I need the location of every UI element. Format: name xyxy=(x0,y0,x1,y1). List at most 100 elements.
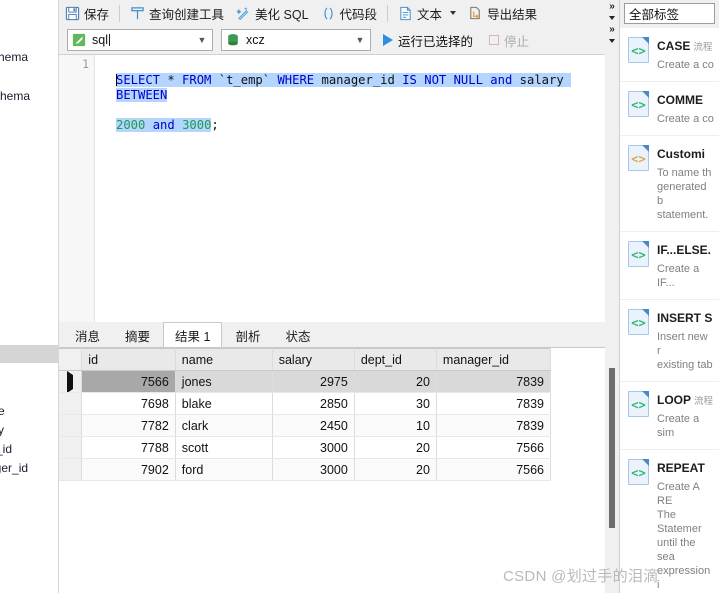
table-row[interactable]: 7782 clark 2450 10 7839 xyxy=(59,414,552,437)
cell-name[interactable]: scott xyxy=(175,436,273,459)
code-snippet-label: 代码段 xyxy=(339,7,378,22)
code-doc-green-icon: <> xyxy=(628,309,650,335)
cell-salary[interactable]: 3000 xyxy=(272,436,355,459)
cell-manager-id[interactable]: 7839 xyxy=(436,414,552,437)
beautify-sql-button[interactable]: 美化 SQL xyxy=(230,1,315,25)
editor-vertical-scrollbar[interactable]: » » xyxy=(605,0,619,593)
sql-text-editor[interactable]: 1 SELECT * FROM `t_emp` WHERE manager_id… xyxy=(59,54,619,323)
table-row[interactable]: 7902 ford 3000 20 7566 xyxy=(59,458,552,481)
tab-result-1[interactable]: 结果 1 xyxy=(163,322,223,347)
sql-templates-panel: 全部标签 <> CASE 流程 Create a co <> COMME Crea… xyxy=(619,0,719,593)
save-icon xyxy=(65,6,80,21)
row-selector-header xyxy=(59,348,83,371)
tab-status[interactable]: 状态 xyxy=(273,323,322,347)
row-marker-cell[interactable] xyxy=(59,392,83,415)
editor-context-row: sql ▼ xcz ▼ 运行已选择的 停止 xyxy=(59,26,619,54)
cell-manager-id[interactable]: 7566 xyxy=(436,436,552,459)
cell-salary[interactable]: 2850 xyxy=(272,392,355,415)
cell-dept-id[interactable]: 20 xyxy=(354,436,437,459)
left-col-label-0: e xyxy=(0,404,5,418)
query-builder-button[interactable]: 查询创建工具 xyxy=(124,1,230,25)
row-marker-cell[interactable] xyxy=(59,370,83,393)
code-doc-green-icon: <> xyxy=(628,391,650,417)
beautify-sql-label: 美化 SQL xyxy=(255,7,309,22)
cell-id[interactable]: 7566 xyxy=(81,370,176,393)
cell-salary[interactable]: 3000 xyxy=(272,458,355,481)
cell-dept-id[interactable]: 20 xyxy=(354,370,437,393)
row-marker-cell[interactable] xyxy=(59,436,83,459)
cell-name[interactable]: blake xyxy=(175,392,273,415)
cell-manager-id[interactable]: 7839 xyxy=(436,370,552,393)
left-navigator-strip[interactable]: hema chema e y _id ager_id xyxy=(0,0,59,593)
cell-manager-id[interactable]: 7566 xyxy=(436,458,552,481)
toolbar-divider-1 xyxy=(119,4,121,22)
cell-name[interactable]: ford xyxy=(175,458,273,481)
stop-button[interactable]: 停止 xyxy=(485,29,533,51)
cell-dept-id[interactable]: 30 xyxy=(354,392,437,415)
snippet-title: COMME xyxy=(657,93,703,107)
scroll-chevrons[interactable]: » » xyxy=(605,0,619,60)
cell-id[interactable]: 7902 xyxy=(81,458,176,481)
chevron-double-right-icon: » xyxy=(609,1,615,12)
sql-file-combo[interactable]: sql ▼ xyxy=(67,29,213,51)
cell-manager-id[interactable]: 7839 xyxy=(436,392,552,415)
list-item[interactable]: <> LOOP 流程 Create a sim xyxy=(620,382,719,450)
column-header-name[interactable]: name xyxy=(175,348,273,371)
cell-name[interactable]: jones xyxy=(175,370,273,393)
tab-messages[interactable]: 消息 xyxy=(63,323,112,347)
cell-id[interactable]: 7782 xyxy=(81,414,176,437)
text-format-button[interactable]: 文本 xyxy=(392,1,462,25)
tab-profile[interactable]: 剖析 xyxy=(223,323,272,347)
column-header-dept-id[interactable]: dept_id xyxy=(354,348,437,371)
cell-id[interactable]: 7788 xyxy=(81,436,176,459)
scrollbar-thumb[interactable] xyxy=(609,368,615,528)
play-icon xyxy=(383,34,393,46)
chevron-down-icon[interactable] xyxy=(450,11,457,15)
stop-label: 停止 xyxy=(504,34,530,49)
chevron-down-icon[interactable]: ▼ xyxy=(194,35,210,45)
run-selected-button[interactable]: 运行已选择的 xyxy=(379,29,477,51)
snippet-description: Create A RE The Statemer until the sea e… xyxy=(657,481,711,591)
row-marker-cell[interactable] xyxy=(59,458,83,481)
list-item[interactable]: <> IF...ELSE. Create a IF... xyxy=(620,232,719,300)
snippet-title: Customi xyxy=(657,147,705,161)
row-marker-cell[interactable] xyxy=(59,414,83,437)
snippet-tag: 流程 xyxy=(694,396,714,407)
list-item[interactable]: <> INSERT S Insert new r existing tab xyxy=(620,300,719,382)
result-table: id name salary dept_id manager_id 7566 j… xyxy=(59,348,552,481)
chevron-down-icon[interactable]: ▼ xyxy=(352,35,368,45)
export-results-button[interactable]: 导出结果 xyxy=(462,1,543,25)
templates-list[interactable]: <> CASE 流程 Create a co <> COMME Create a … xyxy=(620,28,719,593)
sql-file-value: sql xyxy=(92,33,110,47)
cell-name[interactable]: clark xyxy=(175,414,273,437)
code-snippet-icon xyxy=(321,6,336,21)
code-snippet-button[interactable]: 代码段 xyxy=(315,1,384,25)
tab-summary[interactable]: 摘要 xyxy=(113,323,162,347)
list-item[interactable]: <> Customi To name th generated b statem… xyxy=(620,136,719,232)
cell-dept-id[interactable]: 20 xyxy=(354,458,437,481)
cell-id[interactable]: 7698 xyxy=(81,392,176,415)
list-item[interactable]: <> CASE 流程 Create a co xyxy=(620,28,719,82)
cell-dept-id[interactable]: 10 xyxy=(354,414,437,437)
cell-salary[interactable]: 2450 xyxy=(272,414,355,437)
result-grid[interactable]: id name salary dept_id manager_id 7566 j… xyxy=(59,348,619,593)
sql-editor-main: 保存 查询创建工具 美化 SQL 代码段 文本 导出结果 sql ▼ xcz ▼… xyxy=(59,0,619,593)
save-button[interactable]: 保存 xyxy=(59,1,115,25)
table-row[interactable]: 7788 scott 3000 20 7566 xyxy=(59,436,552,459)
table-row[interactable]: 7566 jones 2975 20 7839 xyxy=(59,370,552,393)
cell-salary[interactable]: 2975 xyxy=(272,370,355,393)
code-doc-green-icon: <> xyxy=(628,91,650,117)
snippet-title: IF...ELSE. xyxy=(657,243,712,257)
sql-code-content[interactable]: SELECT * FROM `t_emp` WHERE manager_id I… xyxy=(96,55,619,148)
snippet-description: To name th generated b statement. xyxy=(657,167,712,221)
column-header-id[interactable]: id xyxy=(81,348,176,371)
column-header-manager-id[interactable]: manager_id xyxy=(436,348,552,371)
column-header-salary[interactable]: salary xyxy=(272,348,355,371)
table-row[interactable]: 7698 blake 2850 30 7839 xyxy=(59,392,552,415)
list-item[interactable]: <> REPEAT Create A RE The Statemer until… xyxy=(620,450,719,593)
left-cut-label-1: chema xyxy=(0,89,31,103)
list-item[interactable]: <> COMME Create a co xyxy=(620,82,719,136)
database-combo[interactable]: xcz ▼ xyxy=(221,29,371,51)
tag-filter-combo[interactable]: 全部标签 xyxy=(624,2,715,24)
code-doc-green-icon: <> xyxy=(628,241,650,267)
